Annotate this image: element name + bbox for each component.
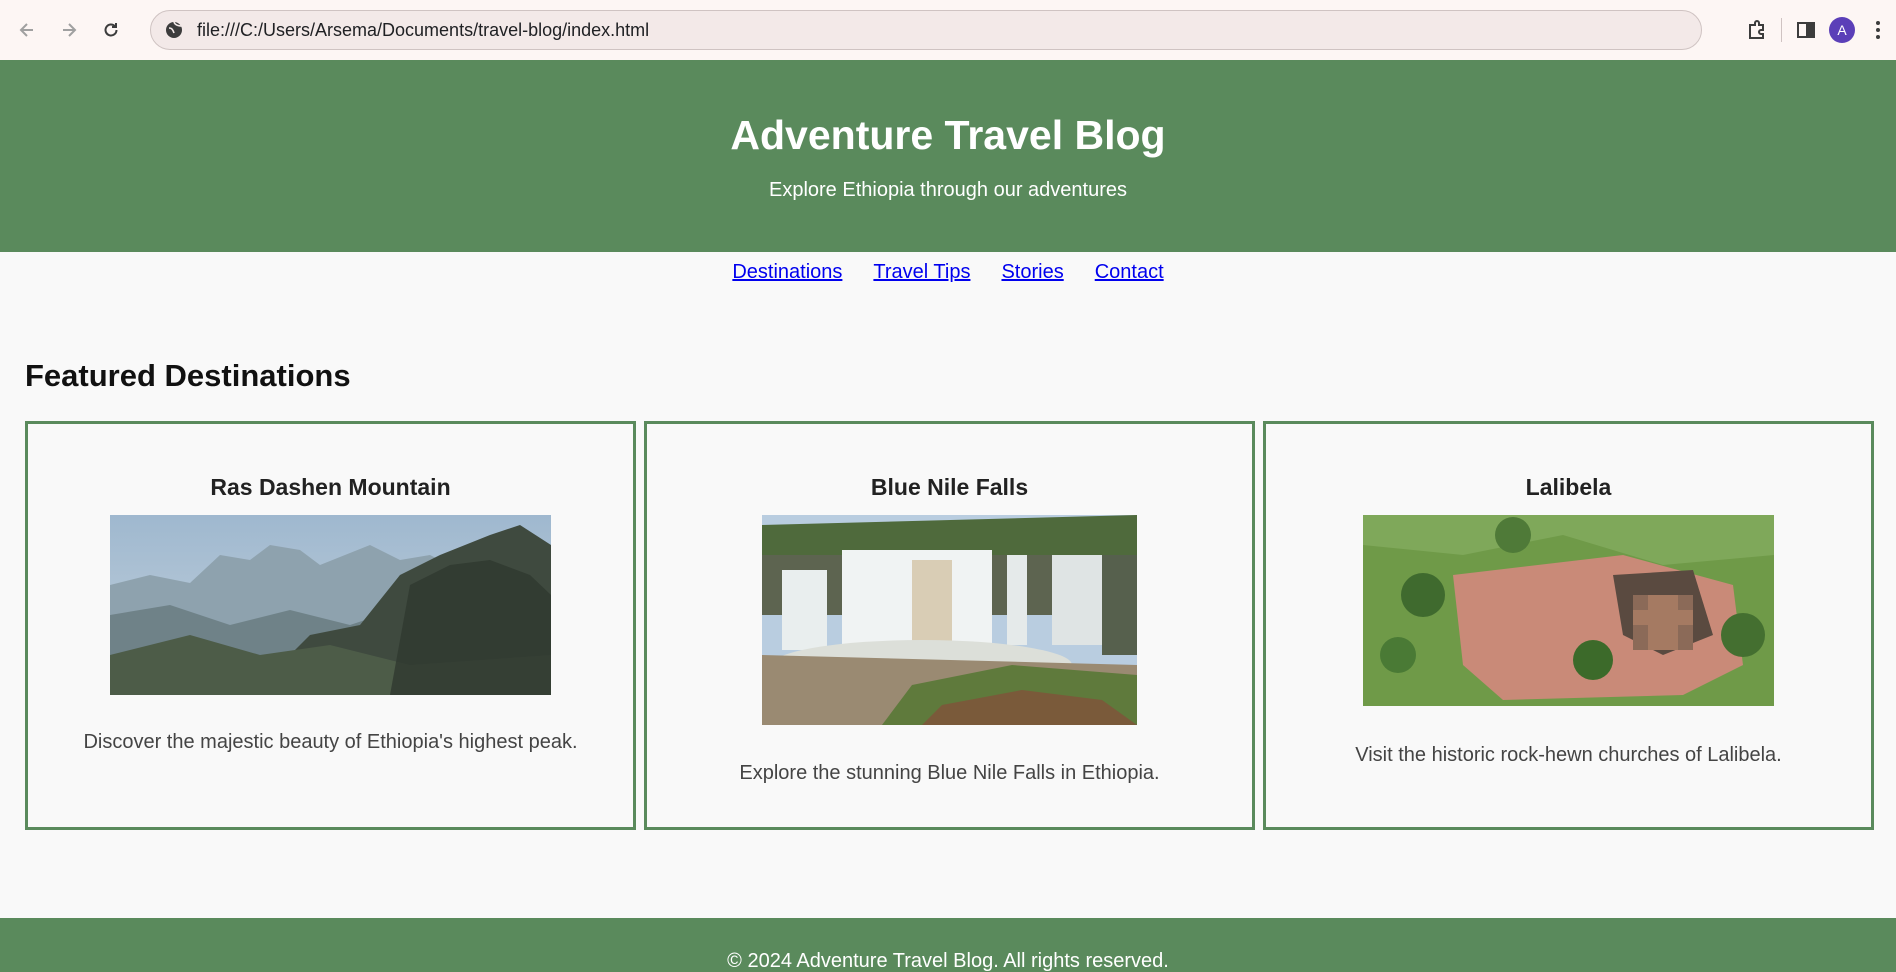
destination-cards: Ras Dashen Mountain Discover the majesti… [25, 421, 1874, 830]
footer-text: © 2024 Adventure Travel Blog. All rights… [727, 950, 1169, 972]
puzzle-icon [1749, 20, 1764, 39]
lalibela-image [1363, 515, 1774, 706]
forward-arrow-icon [63, 23, 77, 37]
address-bar[interactable]: file:///C:/Users/Arsema/Documents/travel… [150, 10, 1702, 50]
card-title: Blue Nile Falls [870, 474, 1029, 500]
side-panel-button[interactable] [1788, 12, 1824, 48]
ras-dashen-image [110, 515, 551, 695]
menu-button[interactable] [1860, 12, 1896, 48]
toolbar-divider [1781, 18, 1782, 42]
back-arrow-icon [19, 23, 33, 37]
site-title: Adventure Travel Blog [730, 112, 1166, 158]
card-description: Discover the majestic beauty of Ethiopia… [83, 731, 578, 753]
kebab-menu-icon [1876, 21, 1880, 39]
reload-button[interactable] [96, 15, 126, 45]
browser-toolbar: file:///C:/Users/Arsema/Documents/travel… [0, 0, 1896, 60]
site-info-icon[interactable] [163, 19, 185, 41]
section-title: Featured Destinations [25, 358, 351, 393]
browser-tools: A [1739, 12, 1896, 48]
blue-nile-falls-image [762, 515, 1137, 725]
destination-card-blue-nile: Blue Nile Falls Explore the stunning Blu… [644, 421, 1255, 830]
destination-card-ras-dashen: Ras Dashen Mountain Discover the majesti… [25, 421, 636, 830]
nav-link-travel-tips[interactable]: Travel Tips [873, 261, 970, 284]
card-description: Explore the stunning Blue Nile Falls in … [739, 762, 1160, 784]
nav-link-stories[interactable]: Stories [1001, 261, 1063, 284]
card-title: Lalibela [1525, 474, 1612, 500]
back-button[interactable] [12, 15, 42, 45]
avatar: A [1829, 17, 1855, 43]
destination-card-lalibela: Lalibela Visit the historic rock-hewn ch… [1263, 421, 1874, 830]
forward-button[interactable] [54, 15, 84, 45]
site-footer: © 2024 Adventure Travel Blog. All rights… [0, 918, 1896, 972]
profile-button[interactable]: A [1824, 12, 1860, 48]
extensions-button[interactable] [1739, 12, 1775, 48]
site-header: Adventure Travel Blog Explore Ethiopia t… [0, 60, 1896, 252]
reload-icon [104, 23, 118, 37]
site-tagline: Explore Ethiopia through our adventures [768, 179, 1127, 201]
nav-link-destinations[interactable]: Destinations [732, 261, 842, 284]
card-description: Visit the historic rock-hewn churches of… [1355, 744, 1782, 766]
side-panel-icon [1797, 22, 1815, 38]
card-title: Ras Dashen Mountain [210, 474, 451, 500]
url-text[interactable]: file:///C:/Users/Arsema/Documents/travel… [197, 20, 649, 41]
main-nav: Destinations Travel Tips Stories Contact [0, 252, 1896, 292]
nav-link-contact[interactable]: Contact [1095, 261, 1164, 284]
